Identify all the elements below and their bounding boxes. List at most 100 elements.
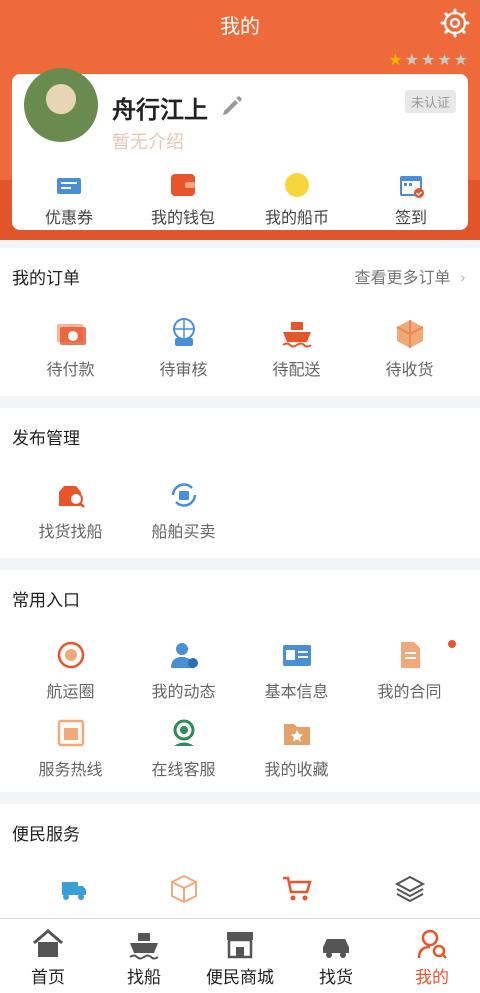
order-pending-review-label: 待审核 bbox=[159, 360, 208, 379]
wallet-link[interactable]: 我的钱包 bbox=[126, 170, 240, 228]
checkin-link[interactable]: 签到 bbox=[354, 170, 468, 228]
shipping-circle-icon bbox=[57, 641, 84, 669]
profile-icon bbox=[417, 929, 447, 959]
service-item[interactable] bbox=[240, 872, 353, 912]
wallet-icon bbox=[171, 174, 195, 196]
orders-title: 我的订单 bbox=[12, 269, 80, 289]
store-icon bbox=[227, 932, 253, 959]
tab-profile[interactable]: 我的 bbox=[384, 919, 480, 993]
truck-icon bbox=[61, 882, 86, 900]
tab-home[interactable]: 首页 bbox=[0, 919, 96, 993]
common-grid: 航运圈 我的动态 基本信息 我的合同 服务热线 在线客服 我的收藏 bbox=[14, 638, 480, 794]
my-contract[interactable]: 我的合同 bbox=[353, 638, 466, 702]
ship-trade[interactable]: 船舶买卖 bbox=[127, 478, 240, 542]
rating-stars: ★ ★ ★ ★ ★ bbox=[388, 50, 468, 69]
shipping-circle-label: 航运圈 bbox=[46, 682, 95, 701]
service-item[interactable] bbox=[353, 872, 466, 912]
common-title: 常用入口 bbox=[12, 591, 80, 611]
tab-home-label: 首页 bbox=[31, 968, 65, 988]
ship-delivery-icon bbox=[281, 322, 312, 348]
find-cargo-ship[interactable]: 找货找船 bbox=[14, 478, 127, 542]
wallet-label: 我的钱包 bbox=[150, 208, 215, 227]
basic-info-label: 基本信息 bbox=[264, 682, 329, 701]
order-pending-delivery-label: 待配送 bbox=[272, 360, 321, 379]
publish-title: 发布管理 bbox=[12, 429, 80, 449]
more-orders-label: 查看更多订单 bbox=[354, 268, 451, 287]
checkin-label: 签到 bbox=[394, 208, 427, 227]
common-section: 常用入口 航运圈 我的动态 基本信息 我的合同 服务热线 在线客服 我的收藏 bbox=[0, 570, 480, 792]
tab-store[interactable]: 便民商城 bbox=[192, 919, 288, 993]
coupon-link[interactable]: 优惠券 bbox=[12, 170, 126, 228]
services-section: 便民服务 bbox=[0, 804, 480, 918]
payment-icon bbox=[56, 324, 86, 345]
shipping-circle[interactable]: 航运圈 bbox=[14, 638, 127, 702]
tab-bar: 首页 找船 便民商城 找货 我的 bbox=[0, 918, 480, 993]
favorites-folder-icon bbox=[283, 724, 310, 745]
header: 我的 ★ ★ ★ ★ ★ 舟行江上 暂无介绍 未认证 优惠券 我的钱包 我的船币… bbox=[0, 0, 480, 240]
home-icon bbox=[33, 929, 63, 957]
coin-label: 我的船币 bbox=[264, 208, 329, 227]
order-pending-payment[interactable]: 待付款 bbox=[14, 316, 127, 380]
orders-grid: 待付款 待审核 待配送 待收货 bbox=[14, 316, 480, 394]
publish-grid: 找货找船 船舶买卖 bbox=[14, 478, 480, 556]
avatar[interactable] bbox=[24, 68, 98, 142]
orders-section: 我的订单 查看更多订单 › 待付款 待审核 待配送 待收货 bbox=[0, 248, 480, 396]
order-pending-payment-label: 待付款 bbox=[46, 360, 95, 379]
page-title: 我的 bbox=[220, 14, 260, 38]
cart-icon bbox=[282, 876, 312, 901]
tab-store-label: 便民商城 bbox=[206, 968, 274, 988]
gear-icon[interactable] bbox=[440, 8, 470, 38]
services-title: 便民服务 bbox=[12, 825, 80, 845]
order-pending-review[interactable]: 待审核 bbox=[127, 316, 240, 380]
publish-section: 发布管理 找货找船 船舶买卖 bbox=[0, 408, 480, 558]
cargo-truck-icon bbox=[323, 939, 349, 958]
chevron-right-icon: › bbox=[459, 268, 466, 287]
find-cargo-icon bbox=[58, 486, 85, 508]
package-icon bbox=[396, 320, 423, 348]
contract-icon bbox=[400, 642, 420, 668]
star-icon: ★ bbox=[453, 50, 468, 69]
review-icon bbox=[172, 318, 195, 346]
my-activity[interactable]: 我的动态 bbox=[127, 638, 240, 702]
edit-pencil-icon[interactable] bbox=[220, 94, 244, 118]
id-card-icon bbox=[282, 645, 311, 666]
ship-icon bbox=[129, 933, 159, 960]
service-item[interactable] bbox=[14, 872, 127, 912]
phone-icon bbox=[57, 719, 84, 747]
online-service[interactable]: 在线客服 bbox=[127, 716, 240, 780]
profile-card: 舟行江上 暂无介绍 未认证 优惠券 我的钱包 我的船币 签到 bbox=[12, 68, 468, 230]
coin-link[interactable]: 我的船币 bbox=[240, 170, 354, 228]
star-icon: ★ bbox=[404, 50, 419, 69]
service-item[interactable] bbox=[127, 872, 240, 912]
coupon-label: 优惠券 bbox=[44, 208, 93, 227]
online-service-label: 在线客服 bbox=[151, 760, 216, 779]
my-contract-label: 我的合同 bbox=[377, 682, 442, 701]
my-activity-label: 我的动态 bbox=[151, 682, 216, 701]
tab-find-ship[interactable]: 找船 bbox=[96, 919, 192, 993]
headset-icon bbox=[173, 719, 194, 746]
star-icon: ★ bbox=[388, 50, 403, 69]
coin-icon bbox=[285, 173, 309, 197]
order-pending-receipt[interactable]: 待收货 bbox=[353, 316, 466, 380]
coupon-icon bbox=[57, 178, 81, 194]
verify-badge[interactable]: 未认证 bbox=[404, 90, 456, 113]
calendar-icon bbox=[400, 176, 424, 198]
profile-intro: 暂无介绍 bbox=[112, 132, 184, 153]
star-icon: ★ bbox=[420, 50, 436, 69]
order-pending-receipt-label: 待收货 bbox=[385, 360, 434, 379]
star-icon: ★ bbox=[437, 50, 452, 69]
username: 舟行江上 bbox=[112, 96, 208, 124]
ship-trade-icon bbox=[171, 483, 196, 507]
notification-dot bbox=[448, 640, 456, 648]
find-cargo-label: 找货找船 bbox=[38, 522, 103, 541]
more-orders-link[interactable]: 查看更多订单 › bbox=[354, 264, 466, 288]
basic-info[interactable]: 基本信息 bbox=[240, 638, 353, 702]
order-pending-delivery[interactable]: 待配送 bbox=[240, 316, 353, 380]
service-hotline[interactable]: 服务热线 bbox=[14, 716, 127, 780]
quick-links: 优惠券 我的钱包 我的船币 签到 bbox=[12, 170, 468, 228]
tab-find-cargo[interactable]: 找货 bbox=[288, 919, 384, 993]
my-favorites[interactable]: 我的收藏 bbox=[240, 716, 353, 780]
service-hotline-label: 服务热线 bbox=[38, 760, 103, 779]
my-favorites-label: 我的收藏 bbox=[264, 760, 329, 779]
tab-find-cargo-label: 找货 bbox=[319, 968, 353, 988]
